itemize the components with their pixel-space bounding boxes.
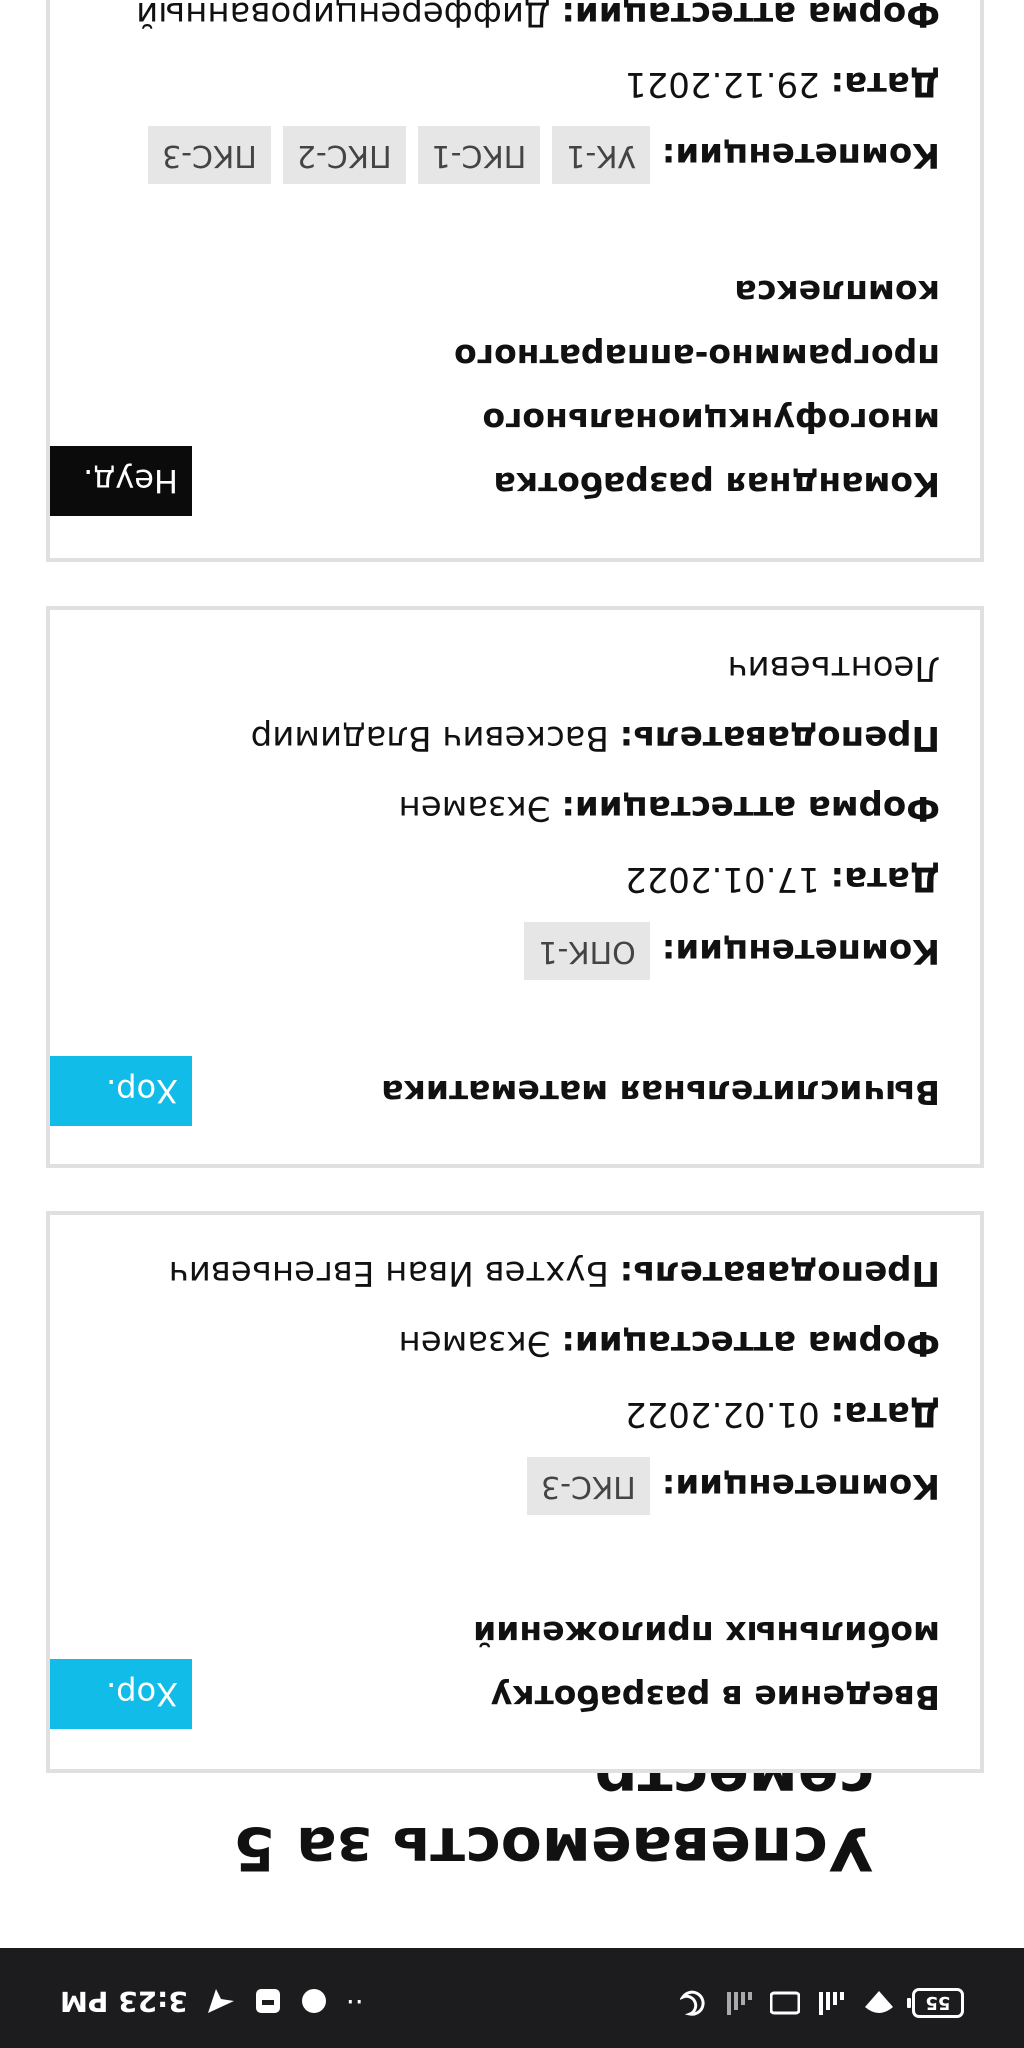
competencies-label: Компетенции: bbox=[661, 931, 940, 971]
screen: 55 ·· 3:23 PM Успеваемость за 5 семестр … bbox=[0, 0, 1024, 2048]
subject-name-line: комплекса bbox=[734, 273, 940, 312]
date-label: Дата: bbox=[830, 859, 940, 899]
app-icon bbox=[254, 1988, 282, 2016]
form-value: Дифференцированный bbox=[136, 0, 551, 34]
form-value: Экзамен bbox=[398, 788, 551, 828]
competency-tag: ПКС-1 bbox=[417, 126, 541, 184]
subject-card[interactable]: Хор.(4) Вычислительная математика Компет… bbox=[46, 606, 984, 1168]
subject-name-line: Командная разработка bbox=[493, 465, 940, 504]
grade-badge: Хор.(4) bbox=[50, 1605, 192, 1729]
form-label: Форма аттестации: bbox=[561, 1323, 940, 1363]
competency-tag: УК-1 bbox=[552, 126, 650, 184]
competency-tag: ПКС-2 bbox=[282, 126, 406, 184]
date-value: 29.12.2021 bbox=[625, 64, 820, 104]
subject-name-line: Вычислительная математика bbox=[381, 1073, 940, 1112]
subject-card[interactable]: Хор.(4) Введение в разработку мобильных … bbox=[46, 1211, 984, 1773]
date-row: Дата: 17.01.2022 bbox=[625, 857, 940, 901]
subject-name-line: мобильных приложений bbox=[473, 1614, 940, 1653]
send-icon bbox=[206, 1988, 236, 2016]
competencies-label: Компетенции: bbox=[661, 135, 940, 175]
signal-secondary-icon bbox=[724, 1990, 754, 2016]
competencies-label: Компетенции: bbox=[661, 1466, 940, 1506]
teacher-row: Преподаватель: Бухтев Иван Евгеньевич bbox=[169, 1251, 940, 1295]
form-label: Форма аттестации: bbox=[561, 788, 940, 828]
date-row: Дата: 29.12.2021 bbox=[625, 62, 940, 106]
date-label: Дата: bbox=[830, 1394, 940, 1434]
teacher-value-cont: Леонтьевич bbox=[727, 648, 941, 688]
form-row: Форма аттестации: Дифференцированный bbox=[136, 0, 940, 36]
status-time: 3:23 PM bbox=[60, 1985, 188, 2018]
grade-badge: Хор.(4) bbox=[50, 1002, 192, 1126]
battery-icon: 55 bbox=[912, 1988, 964, 2018]
chat-icon bbox=[300, 1988, 328, 2016]
status-left: 55 bbox=[680, 1988, 964, 2018]
date-label: Дата: bbox=[830, 64, 940, 104]
competencies-row: Компетенции: ПКС-3 bbox=[527, 1457, 940, 1515]
form-row: Форма аттестации: Экзамен bbox=[399, 786, 940, 830]
date-row: Дата: 01.02.2022 bbox=[625, 1392, 940, 1436]
competency-tag: ПКС-3 bbox=[148, 126, 271, 184]
form-row: Форма аттестации: Экзамен bbox=[399, 1321, 940, 1365]
teacher-value: Бухтев Иван Евгеньевич bbox=[168, 1253, 609, 1293]
subject-name-line: Введение в разработку bbox=[490, 1678, 940, 1717]
date-value: 01.02.2022 bbox=[625, 1394, 820, 1434]
competencies-row: Компетенции: УК-1 ПКС-1 ПКС-2 ПКС-3 bbox=[148, 126, 940, 184]
competencies-row: Компетенции: ОПК-1 bbox=[524, 922, 940, 980]
competency-tag: ПКС-3 bbox=[527, 1457, 650, 1515]
form-label: Форма аттестации: bbox=[561, 0, 940, 34]
date-value: 17.01.2022 bbox=[625, 859, 820, 899]
more-notifications: ·· bbox=[345, 1985, 364, 2018]
grade-badge: Неуд.(2) bbox=[50, 392, 192, 516]
teacher-label: Преподаватель: bbox=[619, 1253, 940, 1293]
volte-icon bbox=[770, 1990, 800, 2016]
wifi-icon bbox=[862, 1989, 896, 2017]
moon-icon bbox=[680, 1989, 708, 2017]
subject-name-line: программно-аппаратного bbox=[454, 337, 940, 376]
battery-level: 55 bbox=[912, 1988, 964, 2018]
competency-tag: ОПК-1 bbox=[524, 922, 650, 980]
subject-name-line: многофункционального bbox=[482, 401, 940, 440]
teacher-label: Преподаватель: bbox=[619, 718, 940, 758]
teacher-row: Преподаватель: Васкевич Владимир bbox=[251, 716, 940, 760]
subject-card[interactable]: Неуд.(2) Командная разработка многофункц… bbox=[46, 0, 984, 562]
status-bar: 55 ·· 3:23 PM bbox=[0, 1948, 1024, 2048]
status-right: ·· 3:23 PM bbox=[60, 1985, 364, 2018]
teacher-value: Васкевич Владимир bbox=[250, 718, 609, 758]
form-value: Экзамен bbox=[398, 1323, 551, 1363]
signal-icon bbox=[816, 1990, 846, 2016]
